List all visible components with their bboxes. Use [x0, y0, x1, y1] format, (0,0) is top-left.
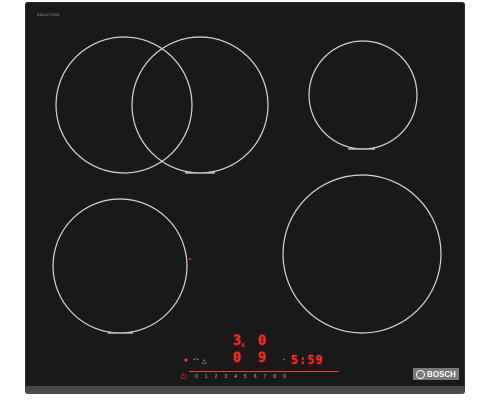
indicator-dot — [189, 258, 191, 260]
slider-tick-9[interactable]: 9 — [283, 374, 286, 380]
slider-tick-3[interactable]: 3 — [224, 374, 227, 380]
wifi-icon[interactable]: ⌒ — [193, 357, 199, 366]
power-icon[interactable]: ⏻ — [181, 374, 187, 382]
timer-display: 5:59 — [291, 353, 324, 367]
zone-display-top-left: 3A — [233, 333, 244, 349]
slider-tick-2[interactable]: 2 — [215, 374, 218, 380]
status-icons: ⌒ △ — [193, 357, 207, 366]
brand-logo: BOSCH — [413, 368, 459, 380]
clock-icon[interactable]: ◔ — [281, 357, 285, 364]
zone-display-top-right: 0 — [258, 333, 267, 349]
slider-tick-5[interactable]: 5 — [244, 374, 247, 380]
zone-display-bottom-right: 9 — [258, 350, 267, 366]
slider-line — [189, 371, 339, 372]
zone-display-bottom-left: 0 — [233, 350, 242, 366]
front-left-zone-a[interactable] — [55, 36, 193, 174]
brand-logo-text: BOSCH — [427, 369, 456, 379]
power-slider[interactable]: 0123456789 — [189, 371, 339, 383]
lock-icon[interactable]: ■ — [184, 358, 188, 364]
front-left-zone-b[interactable] — [131, 36, 269, 174]
slider-tick-7[interactable]: 7 — [263, 374, 266, 380]
slider-tick-8[interactable]: 8 — [273, 374, 276, 380]
slider-tick-6[interactable]: 6 — [254, 374, 257, 380]
level-suffix: A — [241, 343, 245, 349]
slider-tick-1[interactable]: 1 — [205, 374, 208, 380]
top-right-zone[interactable] — [308, 40, 418, 150]
slider-tick-0[interactable]: 0 — [195, 374, 198, 380]
slider-ticks: 0123456789 — [195, 374, 286, 380]
brand-mark-icon — [416, 369, 426, 379]
bottom-left-zone[interactable] — [52, 198, 188, 334]
cooking-zones — [52, 36, 442, 334]
bottom-right-zone[interactable] — [282, 174, 442, 334]
cooktop-glass: INDUCTION 3A 0 0 9 ■ ⌒ △ ◔ 5:59 ⏻ 012345… — [25, 2, 465, 394]
bottom-frame — [25, 386, 465, 394]
slider-tick-4[interactable]: 4 — [234, 374, 237, 380]
warning-icon: △ — [202, 359, 207, 365]
